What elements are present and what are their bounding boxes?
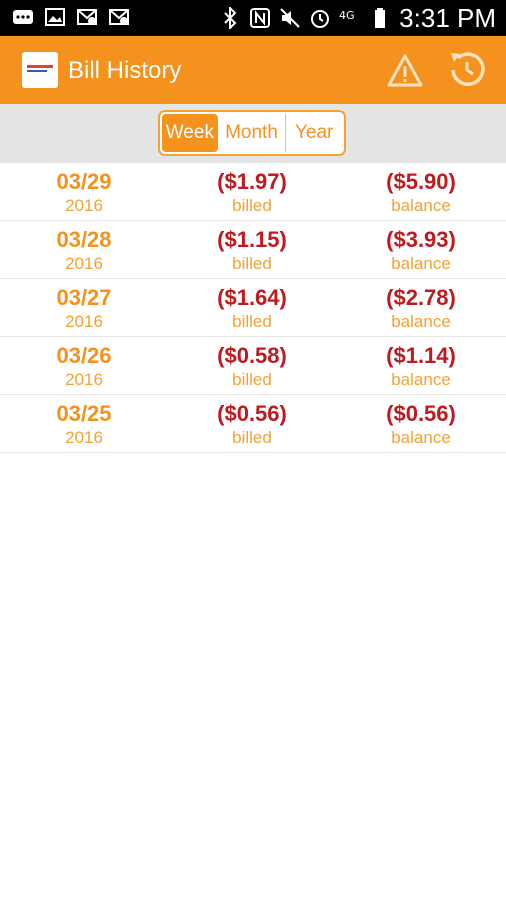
period-selector: Week Month Year [158, 110, 346, 156]
bill-year: 2016 [65, 312, 103, 331]
status-bar: 4G 3:31 PM [0, 0, 506, 36]
signal-4g-icon: 4G [339, 7, 361, 29]
balance-amount: ($0.56) [386, 401, 456, 426]
bill-year: 2016 [65, 428, 103, 447]
nfc-icon [249, 7, 271, 29]
notification-icon [76, 6, 98, 28]
bill-row[interactable]: 03/29 2016 ($1.97) billed ($5.90) balance [0, 163, 506, 221]
battery-icon [369, 7, 391, 29]
bill-history-list: 03/29 2016 ($1.97) billed ($5.90) balance 0… [0, 163, 506, 453]
bill-row[interactable]: 03/28 2016 ($1.15) billed ($3.93) balance [0, 221, 506, 279]
notification-icon-2 [108, 6, 130, 28]
clock-time: 3:31 PM [399, 3, 496, 33]
balance-amount: ($1.14) [386, 343, 456, 368]
alarm-icon [309, 7, 331, 29]
refresh-button[interactable] [446, 48, 488, 90]
message-icon [12, 6, 34, 28]
tab-year[interactable]: Year [286, 114, 342, 152]
page-title: Bill History [68, 57, 182, 84]
billed-amount: ($0.58) [217, 343, 287, 368]
billed-amount: ($1.15) [217, 227, 287, 252]
warning-button[interactable] [386, 52, 424, 90]
svg-text:4G: 4G [339, 9, 355, 22]
warning-icon [387, 54, 423, 87]
bill-date: 03/29 [56, 169, 112, 194]
bill-year: 2016 [65, 196, 103, 215]
billed-label: billed [232, 428, 272, 447]
billed-amount: ($1.64) [217, 285, 287, 310]
billed-label: billed [232, 254, 272, 273]
billed-label: billed [232, 370, 272, 389]
balance-label: balance [391, 254, 451, 273]
bill-row[interactable]: 03/26 2016 ($0.58) billed ($1.14) balance [0, 337, 506, 395]
tab-month[interactable]: Month [218, 114, 287, 152]
billed-label: billed [232, 196, 272, 215]
billed-label: billed [232, 312, 272, 331]
app-logo [22, 52, 58, 88]
bill-row[interactable]: 03/27 2016 ($1.64) billed ($2.78) balance [0, 279, 506, 337]
gallery-icon [44, 6, 66, 28]
balance-amount: ($5.90) [386, 169, 456, 194]
bill-year: 2016 [65, 370, 103, 389]
mute-icon [279, 7, 301, 29]
bill-date: 03/28 [56, 227, 112, 252]
balance-amount: ($3.93) [386, 227, 456, 252]
balance-label: balance [391, 312, 451, 331]
balance-label: balance [391, 196, 451, 215]
bill-date: 03/25 [56, 401, 112, 426]
bill-row[interactable]: 03/25 2016 ($0.56) billed ($0.56) balance [0, 395, 506, 453]
balance-label: balance [391, 428, 451, 447]
tab-week[interactable]: Week [162, 114, 218, 152]
billed-amount: ($0.56) [217, 401, 287, 426]
bill-year: 2016 [65, 254, 103, 273]
bill-date: 03/27 [56, 285, 112, 310]
balance-amount: ($2.78) [386, 285, 456, 310]
balance-label: balance [391, 370, 451, 389]
billed-amount: ($1.97) [217, 169, 287, 194]
refresh-icon [451, 52, 485, 86]
bill-date: 03/26 [56, 343, 112, 368]
bluetooth-icon [219, 7, 241, 29]
